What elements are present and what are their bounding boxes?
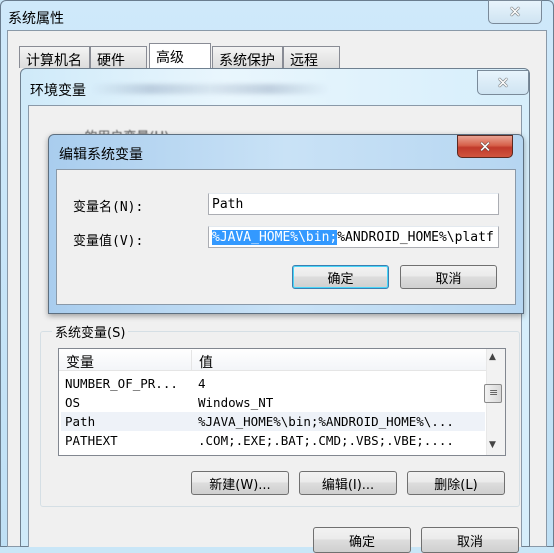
blurred-title-region <box>90 84 330 94</box>
variable-name: NUMBER_OF_PR... <box>65 376 178 391</box>
variable-name: PATHEXT <box>65 433 118 448</box>
system-variables-label: 系统变量(S) <box>52 322 129 341</box>
window-title: 系统属性 <box>8 11 64 27</box>
env-ok-button[interactable]: 确定 <box>313 527 411 553</box>
variable-value: %JAVA_HOME%\bin;%ANDROID_HOME%\... <box>198 414 454 429</box>
tab-system-protection[interactable]: 系统保护 <box>212 46 283 69</box>
close-icon: ✕ <box>508 3 522 21</box>
environment-variables-title: 环境变量 <box>30 83 86 99</box>
variable-name-input[interactable]: Path <box>208 193 499 215</box>
column-header-variable[interactable]: 变量 <box>66 352 94 372</box>
env-cancel-button[interactable]: 取消 <box>421 527 519 553</box>
delete-variable-button[interactable]: 删除(L) <box>407 471 505 495</box>
close-icon: ✕ <box>478 137 492 156</box>
variable-value: .COM;.EXE;.BAT;.CMD;.VBS;.VBE;.... <box>198 433 454 448</box>
column-header-value[interactable]: 值 <box>199 352 213 372</box>
scroll-up-arrow-icon[interactable]: ▲ <box>489 352 496 362</box>
unselected-text: %ANDROID_HOME%\platf <box>337 230 494 245</box>
table-row[interactable]: OS Windows_NT <box>61 393 485 412</box>
table-row[interactable]: NUMBER_OF_PR... 4 <box>61 374 485 393</box>
table-row-selected[interactable]: Path %JAVA_HOME%\bin;%ANDROID_HOME%\... <box>61 412 485 431</box>
list-header <box>59 349 486 371</box>
edit-dialog-title: 编辑系统变量 <box>59 147 143 163</box>
table-row[interactable]: PATHEXT .COM;.EXE;.BAT;.CMD;.VBS;.VBE;..… <box>61 431 485 450</box>
variable-value: Windows_NT <box>198 395 274 410</box>
edit-cancel-button[interactable]: 取消 <box>400 265 497 289</box>
variable-value-input[interactable]: %JAVA_HOME%\bin;%ANDROID_HOME%\platf <box>208 226 499 248</box>
close-icon: ✕ <box>496 73 510 92</box>
new-variable-button[interactable]: 新建(W)... <box>191 471 289 495</box>
edit-variable-button[interactable]: 编辑(I)... <box>299 471 397 495</box>
edit-dialog-close-button[interactable]: ✕ <box>457 135 513 158</box>
variable-value: 4 <box>198 376 206 391</box>
tab-hardware[interactable]: 硬件 <box>90 46 147 69</box>
variable-name-label: 变量名(N): <box>73 200 144 215</box>
grip-icon: ≡ <box>489 386 499 399</box>
tab-computer-name[interactable]: 计算机名 <box>19 46 90 69</box>
column-separator[interactable] <box>191 350 192 370</box>
variable-value-label: 变量值(V): <box>73 234 144 249</box>
variable-name: OS <box>65 395 81 410</box>
scroll-down-arrow-icon[interactable]: ▼ <box>489 440 496 450</box>
edit-ok-button[interactable]: 确定 <box>292 265 389 289</box>
tab-advanced[interactable]: 高级 <box>149 43 211 69</box>
tab-remote[interactable]: 远程 <box>283 46 340 69</box>
selected-text: %JAVA_HOME%\bin; <box>212 230 338 245</box>
variable-name: Path <box>65 414 96 429</box>
environment-variables-close-button[interactable]: ✕ <box>477 70 529 95</box>
system-properties-close-button[interactable]: ✕ <box>488 0 542 24</box>
